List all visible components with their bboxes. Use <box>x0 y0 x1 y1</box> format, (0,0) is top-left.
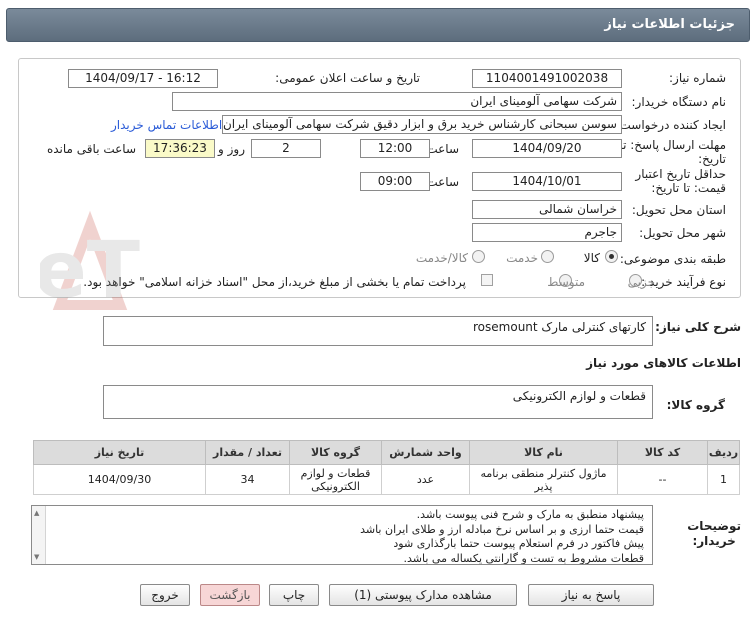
col-row: ردیف <box>707 440 740 465</box>
remaining-label: ساعت باقی مانده <box>46 142 136 156</box>
requester-field: سوسن سبحانی کارشناس خرید برق و ابزار دقی… <box>222 115 622 134</box>
scroll-down-icon[interactable]: ▼ <box>34 553 39 561</box>
requester-label: ایجاد کننده درخواست: <box>615 118 726 132</box>
deadline-time-field: 12:00 <box>360 139 430 158</box>
goods-group-label: گروه کالا: <box>666 398 725 412</box>
category-option-both: کالا/خدمت <box>415 251 468 265</box>
notes-label-line2: خریدار: <box>692 534 736 548</box>
scroll-up-icon[interactable]: ▲ <box>34 509 39 517</box>
reply-button[interactable]: پاسخ به نیاز <box>528 584 654 606</box>
city-field: جاجرم <box>472 223 622 242</box>
validity-label: حداقل تاریخ اعتبار قیمت: تا تاریخ: <box>635 167 726 195</box>
notes-label-line1: توضیحات <box>687 519 741 533</box>
exit-button[interactable]: خروج <box>140 584 190 606</box>
validity-time-label: ساعت <box>426 175 459 189</box>
col-date: تاریخ نیاز <box>33 440 206 465</box>
category-radio-both[interactable] <box>472 250 485 263</box>
announce-field: 1404/09/17 - 16:12 <box>68 69 218 88</box>
cell-qty: 34 <box>205 464 290 495</box>
buyer-org-field: شرکت سهامی آلومینای ایران <box>172 92 622 111</box>
summary-field: کارتهای کنترلی مارک rosemount <box>103 316 653 346</box>
notes-label: توضیحات خریدار: <box>687 519 741 549</box>
col-unit: واحد شمارش <box>381 440 470 465</box>
goods-group-field: قطعات و لوازم الکترونیکی <box>103 385 653 419</box>
notes-line: پیشنهاد منطبق به مارک و شرح فنی پیوست با… <box>416 508 644 521</box>
notes-lines: پیشنهاد منطبق به مارک و شرح فنی پیوست با… <box>360 508 645 565</box>
days-label: روز و <box>218 142 245 156</box>
print-button[interactable]: چاپ <box>269 584 319 606</box>
buyer-org-label: نام دستگاه خریدار: <box>631 95 727 109</box>
treasury-checkbox[interactable] <box>481 274 493 286</box>
need-number-field: 1104001491002038 <box>472 69 622 88</box>
cell-name: ماژول کنترلر منطقی برنامه پذیر <box>469 464 618 495</box>
contact-info-link[interactable]: اطلاعات تماس خریدار <box>111 118 222 132</box>
notes-line: قیمت حتما ارزی و بر اساس نرخ مبادله ارز … <box>360 522 644 536</box>
notes-scrollbar[interactable]: ▲ ▼ <box>32 506 46 564</box>
validity-label-line2: قیمت: تا تاریخ: <box>651 181 726 195</box>
items-table: ردیف کد کالا نام کالا واحد شمارش گروه کا… <box>33 440 740 495</box>
page-header: جزئیات اطلاعات نیاز <box>6 8 750 42</box>
province-label: استان محل تحویل: <box>631 203 726 217</box>
goods-info-title: اطلاعات کالاهای مورد نیاز <box>586 356 741 370</box>
category-radio-service[interactable] <box>541 250 554 263</box>
deadline-label-line2: تاریخ: <box>698 152 726 166</box>
category-option-goods: کالا <box>583 251 600 265</box>
validity-time-field: 09:00 <box>360 172 430 191</box>
cell-row: 1 <box>707 464 740 495</box>
col-group: گروه کالا <box>289 440 382 465</box>
details-panel: شماره نیاز: 1104001491002038 تاریخ و ساع… <box>18 58 741 298</box>
col-qty: تعداد / مقدار <box>205 440 290 465</box>
validity-label-line1: حداقل تاریخ اعتبار <box>635 167 726 181</box>
province-field: خراسان شمالی <box>472 200 622 219</box>
city-label: شهر محل تحویل: <box>639 226 726 240</box>
remaining-time-field: 17:36:23 <box>145 139 215 158</box>
table-header-row: ردیف کد کالا نام کالا واحد شمارش گروه کا… <box>33 440 740 465</box>
process-option-medium: متوسط <box>547 275 585 289</box>
validity-date-field: 1404/10/01 <box>472 172 622 191</box>
deadline-time-label: ساعت <box>426 142 459 156</box>
cell-group: قطعات و لوازم الکترونیکی <box>289 464 382 495</box>
summary-label: شرح کلی نیاز: <box>655 320 741 334</box>
deadline-label: مهلت ارسال پاسخ: تا تاریخ: <box>619 138 726 166</box>
notes-line: قطعات مشروط به تست و گارانتی یکساله می ب… <box>403 551 645 565</box>
notes-field: ▲ ▼ پیشنهاد منطبق به مارک و شرح فنی پیوس… <box>31 505 653 565</box>
category-label: طبقه بندی موضوعی: <box>619 252 726 266</box>
deadline-label-line1: مهلت ارسال پاسخ: تا <box>619 138 726 152</box>
process-option-minor: جزیی <box>627 275 655 289</box>
category-option-service: خدمت <box>506 251 538 265</box>
days-field: 2 <box>251 139 321 158</box>
need-number-label: شماره نیاز: <box>669 71 726 85</box>
process-note: پرداخت تمام یا بخشی از مبلغ خرید،از محل … <box>83 275 466 289</box>
cell-date: 1404/09/30 <box>33 464 206 495</box>
cell-code: -- <box>617 464 708 495</box>
deadline-date-field: 1404/09/20 <box>472 139 622 158</box>
table-row: 1 -- ماژول کنترلر منطقی برنامه پذیر عدد … <box>33 464 740 495</box>
col-code: کد کالا <box>617 440 708 465</box>
col-name: نام کالا <box>469 440 618 465</box>
notes-line: پیش فاکتور در فرم استعلام پیوست حتما بار… <box>393 537 644 550</box>
back-button[interactable]: بازگشت <box>200 584 260 606</box>
category-radio-goods[interactable] <box>605 250 618 263</box>
announce-label: تاریخ و ساعت اعلان عمومی: <box>275 71 420 85</box>
attachments-button[interactable]: مشاهده مدارک پیوستی (1) <box>329 584 517 606</box>
cell-unit: عدد <box>381 464 470 495</box>
